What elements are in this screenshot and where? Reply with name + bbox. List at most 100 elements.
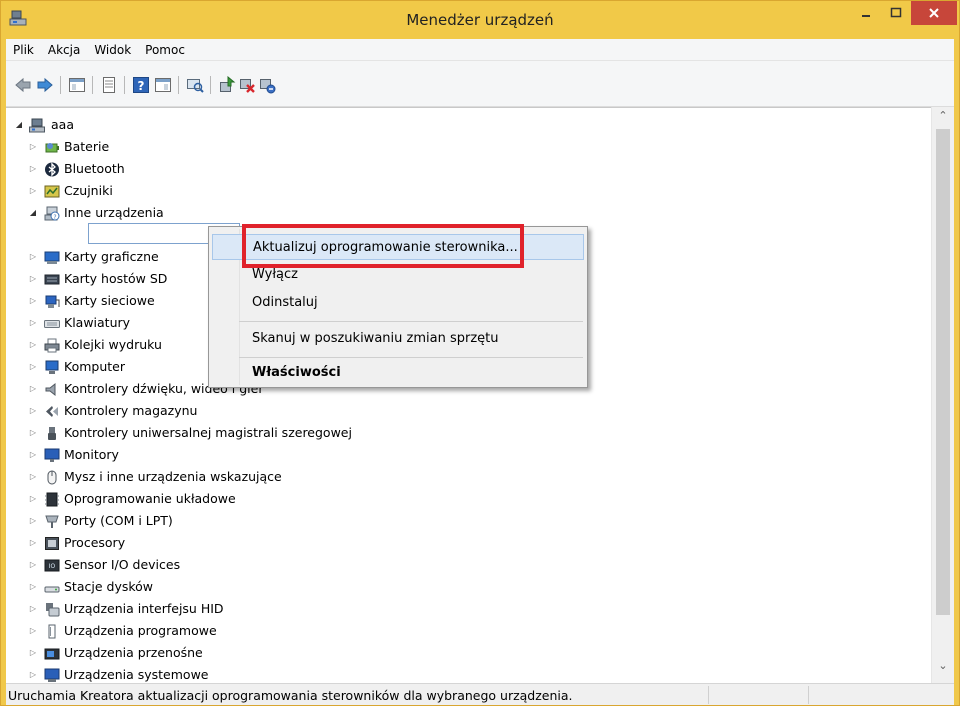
tree-category-item[interactable]: ▷ Baterie: [6, 136, 506, 158]
scroll-down-arrow-icon[interactable]: ⌄: [932, 659, 954, 677]
context-scan-hardware[interactable]: Skanuj w poszukiwaniu zmian sprzętu: [212, 326, 584, 352]
back-arrow-icon[interactable]: [14, 76, 32, 94]
expand-arrow-icon[interactable]: ▷: [28, 532, 38, 554]
tree-category-item[interactable]: ▷ Stacje dysków: [6, 576, 506, 598]
expand-arrow-icon[interactable]: ▷: [28, 664, 38, 683]
expand-arrow-icon[interactable]: ▷: [28, 180, 38, 202]
expand-arrow-icon[interactable]: ▷: [28, 488, 38, 510]
menu-file[interactable]: Plik: [6, 39, 41, 61]
tree-category-item[interactable]: ▷ Bluetooth: [6, 158, 506, 180]
tree-category-item[interactable]: ▷ IO Sensor I/O devices: [6, 554, 506, 576]
close-button[interactable]: [911, 1, 957, 25]
expand-arrow-icon[interactable]: ▷: [28, 466, 38, 488]
show-hide-console-tree-icon[interactable]: [68, 76, 86, 94]
expand-arrow-icon[interactable]: ▷: [28, 554, 38, 576]
tree-item-label: Kontrolery uniwersalnej magistrali szere…: [64, 425, 352, 440]
device-manager-window: Menedżer urządzeń Plik Akcja Widok Pomoc ?: [0, 0, 960, 706]
context-uninstall[interactable]: Odinstaluj: [212, 290, 584, 316]
usb-icon: [48, 427, 56, 440]
tree-item-label: Inne urządzenia: [64, 205, 164, 220]
system-device-icon: [44, 668, 60, 682]
tree-category-item[interactable]: ▷ Porty (COM i LPT): [6, 510, 506, 532]
sensor-icon: [44, 185, 60, 198]
speaker-icon: [45, 382, 56, 397]
tree-item-label: Urządzenia systemowe: [64, 667, 209, 682]
uninstall-device-icon[interactable]: [238, 76, 256, 94]
properties-icon[interactable]: [100, 76, 118, 94]
expand-arrow-icon[interactable]: ▷: [28, 246, 38, 268]
port-icon: [45, 515, 59, 528]
status-text: Uruchamia Kreatora aktualizacji oprogram…: [8, 688, 573, 703]
scroll-up-arrow-icon[interactable]: ⌃: [932, 109, 954, 127]
tree-category-item[interactable]: ▷ Urządzenia interfejsu HID: [6, 598, 506, 620]
tree-item-label: Oprogramowanie układowe: [64, 491, 236, 506]
help-icon[interactable]: ?: [132, 76, 150, 94]
bluetooth-icon: [45, 162, 59, 177]
tree-item-label: Monitory: [64, 447, 119, 462]
enable-device-icon[interactable]: [258, 76, 276, 94]
expand-arrow-icon[interactable]: ▷: [28, 290, 38, 312]
device-tree[interactable]: ◢ aaa ▷ Baterie ▷ Bluetooth ▷ Czujniki ◢? Inne …: [6, 107, 954, 683]
expand-arrow-icon[interactable]: ▷: [28, 136, 38, 158]
disk-drive-icon: [44, 586, 60, 593]
tree-item-label: Kolejki wydruku: [64, 337, 162, 352]
expand-arrow-icon[interactable]: ▷: [28, 444, 38, 466]
tree-category-item[interactable]: ▷ Czujniki: [6, 180, 506, 202]
tree-category-item[interactable]: ▷ Procesory: [6, 532, 506, 554]
context-separator-2: [239, 357, 583, 358]
tree-item-label: Karty sieciowe: [64, 293, 155, 308]
context-properties[interactable]: Właściwości: [212, 360, 584, 386]
tree-category-item[interactable]: ▷ Mysz i inne urządzenia wskazujące: [6, 466, 506, 488]
tree-category-item[interactable]: ▷ Urządzenia programowe: [6, 620, 506, 642]
tree-item-label: Komputer: [64, 359, 125, 374]
vertical-scrollbar[interactable]: ⌃ ⌄: [931, 107, 954, 683]
tree-item-label: Mysz i inne urządzenia wskazujące: [64, 469, 282, 484]
tree-item-label: Urządzenia przenośne: [64, 645, 203, 660]
expand-arrow-icon[interactable]: ▷: [28, 510, 38, 532]
tree-category-item[interactable]: ▷ Kontrolery uniwersalnej magistrali szer…: [6, 422, 506, 444]
expand-arrow-icon[interactable]: ▷: [28, 158, 38, 180]
maximize-button[interactable]: [883, 1, 909, 25]
storage-controller-icon: [46, 406, 58, 417]
close-icon: [929, 8, 939, 18]
tree-root[interactable]: ◢ aaa: [6, 114, 306, 136]
scan-hardware-icon[interactable]: [186, 76, 204, 94]
expand-arrow-icon[interactable]: ▷: [28, 268, 38, 290]
window-title: Menedżer urządzeń: [406, 11, 554, 29]
expand-arrow-icon[interactable]: ▷: [28, 598, 38, 620]
expand-arrow-icon[interactable]: ▷: [28, 620, 38, 642]
title-bar[interactable]: Menedżer urządzeń: [1, 1, 959, 39]
tree-item-label: Urządzenia interfejsu HID: [64, 601, 224, 616]
expand-arrow-icon[interactable]: ▷: [28, 400, 38, 422]
processor-icon: [45, 537, 59, 550]
expand-arrow-icon[interactable]: ▷: [28, 422, 38, 444]
menu-view[interactable]: Widok: [87, 39, 138, 61]
tree-category-item[interactable]: ▷ Urządzenia przenośne: [6, 642, 506, 664]
minimize-button[interactable]: [853, 1, 879, 25]
tree-category-item[interactable]: ▷ Kontrolery magazynu: [6, 400, 506, 422]
expand-arrow-icon[interactable]: ▷: [28, 312, 38, 334]
highlight-annotation-box: [242, 224, 524, 268]
collapse-arrow-icon[interactable]: ◢: [14, 114, 24, 136]
update-driver-icon[interactable]: [218, 76, 236, 94]
expand-arrow-icon[interactable]: ▷: [28, 642, 38, 664]
computer-icon: [45, 360, 59, 374]
status-pane-1: [708, 686, 808, 704]
collapse-arrow-icon[interactable]: ◢: [28, 202, 38, 224]
svg-text:IO: IO: [49, 563, 56, 570]
tree-category-item[interactable]: ▷ Monitory: [6, 444, 506, 466]
status-bar: Uruchamia Kreatora aktualizacji oprogram…: [6, 683, 954, 705]
tree-category-item[interactable]: ◢? Inne urządzenia: [6, 202, 506, 224]
expand-arrow-icon[interactable]: ▷: [28, 334, 38, 356]
view-icon[interactable]: [154, 76, 172, 94]
expand-arrow-icon[interactable]: ▷: [28, 378, 38, 400]
tree-category-item[interactable]: ▷ Urządzenia systemowe: [6, 664, 506, 683]
expand-arrow-icon[interactable]: ▷: [28, 356, 38, 378]
menu-help[interactable]: Pomoc: [138, 39, 192, 61]
tree-category-item[interactable]: ▷ Oprogramowanie układowe: [6, 488, 506, 510]
expand-arrow-icon[interactable]: ▷: [28, 576, 38, 598]
scroll-thumb[interactable]: [936, 129, 950, 615]
menu-action[interactable]: Akcja: [41, 39, 87, 61]
tree-item-label: Czujniki: [64, 183, 113, 198]
forward-arrow-icon[interactable]: [36, 76, 54, 94]
